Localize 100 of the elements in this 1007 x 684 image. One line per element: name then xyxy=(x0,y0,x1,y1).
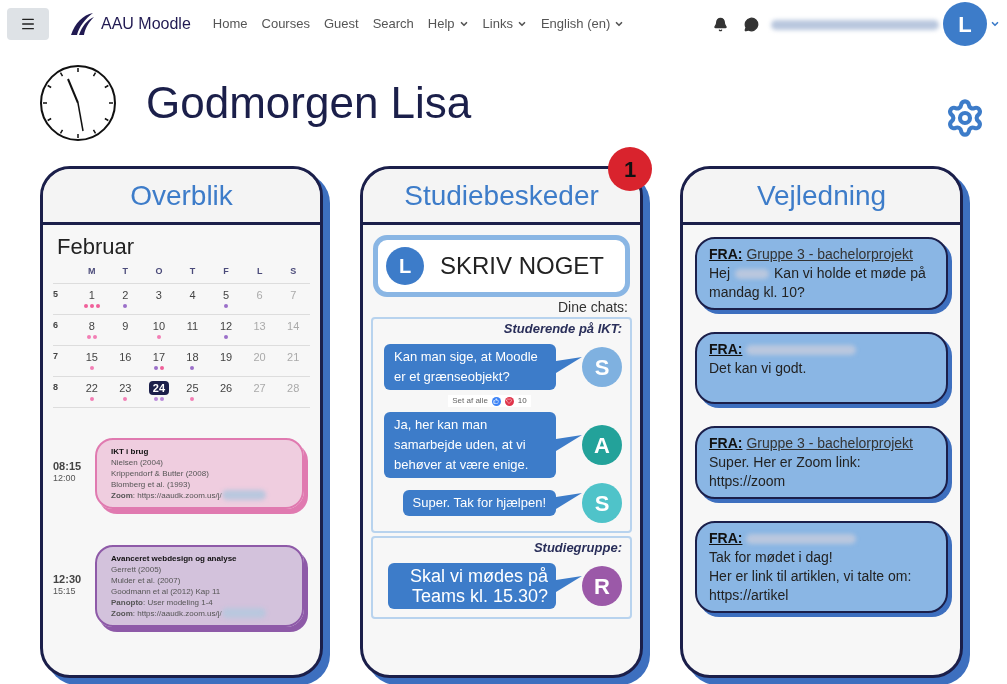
calendar-day[interactable]: 18 xyxy=(182,349,203,364)
week-number: 8 xyxy=(53,380,59,394)
chat-icon[interactable] xyxy=(744,16,759,32)
week-number: 7 xyxy=(53,349,59,363)
calendar-day[interactable]: 24 xyxy=(148,380,170,395)
sender-link[interactable]: Gruppe 3 - bachelorprojekt xyxy=(746,245,913,264)
sender-avatar: R xyxy=(582,566,622,606)
week-number: 5 xyxy=(53,287,59,301)
message-text: Super. Her er Zoom link: xyxy=(709,453,861,472)
from-label: FRA: xyxy=(709,340,743,359)
calendar-day[interactable]: 23 xyxy=(115,380,136,395)
nav-link[interactable]: English (en) xyxy=(540,14,625,34)
calendar-day[interactable]: 10 xyxy=(148,318,170,333)
brand-name[interactable]: AAU Moodle xyxy=(101,12,191,36)
event-detail: Krippendorf & Butter (2008) xyxy=(111,467,209,479)
menu-icon xyxy=(20,16,36,32)
chat-group[interactable]: Studerende på IKT: Kan man sige, at Moodle er et grænseobjekt? S Set af alle 10 Ja, her kan man samarbejde uden, at vi behøver at være enige. A Super. Tak for hjælpen! S xyxy=(371,317,632,533)
caret-icon xyxy=(458,19,469,29)
from-label: FRA: xyxy=(709,529,743,548)
end-time: 15:15 xyxy=(53,584,77,598)
sender-avatar: S xyxy=(582,347,622,387)
from-label: FRA: xyxy=(709,434,743,453)
start-time: 08:15 xyxy=(53,460,83,473)
chats-label: Dine chats: xyxy=(557,298,629,317)
blurred-name xyxy=(735,268,769,279)
calendar-day[interactable]: 3 xyxy=(151,287,166,302)
panel-title: Overblik xyxy=(130,178,233,213)
message-text: https://zoom xyxy=(709,472,786,491)
calendar-day[interactable]: 4 xyxy=(185,287,200,302)
weekday-label: F xyxy=(222,265,230,278)
nav-link[interactable]: Search xyxy=(372,14,414,34)
calendar-day[interactable]: 1 xyxy=(84,287,99,302)
calendar-day[interactable]: 26 xyxy=(215,380,237,395)
weekday-label: S xyxy=(289,265,298,278)
from-label: FRA: xyxy=(709,245,743,264)
like-icon xyxy=(491,396,501,406)
chat-bubble: Skal vi mødes på Teams kl. 15.30? xyxy=(388,563,556,609)
message-text: mandag kl. 10? xyxy=(709,283,805,302)
compose-label: SKRIV NOGET xyxy=(440,251,605,281)
weekday-label: T xyxy=(121,265,130,278)
nav-link[interactable]: Links xyxy=(482,14,527,34)
event-detail: Zoom: https://aaudk.zoom.us/j/ xyxy=(111,489,222,501)
panel-title: Vejledning xyxy=(756,178,887,213)
greeting-heading: Godmorgen Lisa xyxy=(146,77,472,129)
calendar-day[interactable]: 22 xyxy=(81,380,102,395)
event-detail: Goodmann et al (2012) Kap 11 xyxy=(111,585,221,597)
calendar-day[interactable]: 9 xyxy=(118,318,133,333)
sender-link[interactable]: Gruppe 3 - bachelorprojekt xyxy=(746,434,913,453)
start-time: 12:30 xyxy=(53,572,83,585)
end-time: 12:00 xyxy=(53,472,77,486)
weekday-label: M xyxy=(87,265,97,278)
chat-bubble: Kan man sige, at Moodle er et grænseobjekt? xyxy=(384,344,556,390)
calendar-day[interactable]: 17 xyxy=(148,349,170,364)
message-text: Tak for mødet i dag! xyxy=(709,548,833,567)
event-detail: Gerrett (2005) xyxy=(111,563,162,575)
chat-group[interactable]: Studiegruppe: Skal vi mødes på Teams kl. 15.30? R xyxy=(371,536,632,619)
event-detail: Mulder et al. (2007) xyxy=(111,574,181,586)
event-detail: Nielsen (2004) xyxy=(111,456,164,468)
calendar-day[interactable]: 2 xyxy=(118,287,133,302)
event-title: Avanceret webdesign og analyse xyxy=(111,552,238,564)
message-text: Her er link til artiklen, vi talte om: xyxy=(709,567,912,586)
notification-icon[interactable] xyxy=(713,16,728,32)
calendar-day[interactable]: 16 xyxy=(115,349,136,364)
user-avatar: L xyxy=(386,247,424,285)
caret-icon xyxy=(614,19,625,29)
week-number: 6 xyxy=(53,318,59,332)
menu-button[interactable] xyxy=(7,8,49,40)
event-detail: Blomberg et al. (1993) xyxy=(111,478,191,490)
month-title: Februar xyxy=(56,233,136,261)
compose-box[interactable]: L SKRIV NOGET xyxy=(373,235,630,297)
caret-icon[interactable] xyxy=(990,19,1000,29)
calendar-day[interactable]: 5 xyxy=(219,287,234,302)
seen-label: Set af alle xyxy=(452,395,488,407)
message-text: Kan vi holde et møde på xyxy=(774,264,926,283)
nav-link[interactable]: Help xyxy=(427,14,469,34)
nav-link[interactable]: Courses xyxy=(261,14,310,34)
logo-icon xyxy=(69,11,95,37)
notification-badge: 1 xyxy=(608,147,652,191)
chat-bubble: Ja, her kan man samarbejde uden, at vi behøver at være enige. xyxy=(384,412,556,478)
calendar-day[interactable]: 15 xyxy=(81,349,102,364)
settings-icon[interactable] xyxy=(945,98,985,138)
clock-icon xyxy=(38,63,118,143)
chat-group-name: Studerende på IKT: xyxy=(503,320,622,338)
calendar-day[interactable]: 19 xyxy=(215,349,237,364)
user-avatar[interactable]: L xyxy=(943,2,987,46)
sender-avatar: S xyxy=(582,483,622,523)
nav-link[interactable]: Guest xyxy=(323,14,359,34)
calendar-day[interactable]: 25 xyxy=(182,380,203,395)
chat-group-name: Studiegruppe: xyxy=(533,539,622,557)
event-detail: Zoom: https://aaudk.zoom.us/j/ xyxy=(111,607,222,619)
calendar-day[interactable]: 12 xyxy=(215,318,237,333)
panel-title: Studiebeskeder xyxy=(404,178,599,213)
calendar-day[interactable]: 8 xyxy=(84,318,99,333)
calendar-day[interactable]: 11 xyxy=(182,318,203,333)
heart-icon xyxy=(504,396,514,406)
message-text: Det kan vi godt. xyxy=(709,359,807,378)
weekday-label: T xyxy=(188,265,197,278)
greeting-text: Hej xyxy=(709,264,730,283)
event-title: IKT i brug xyxy=(111,445,150,457)
nav-link[interactable]: Home xyxy=(212,14,248,34)
